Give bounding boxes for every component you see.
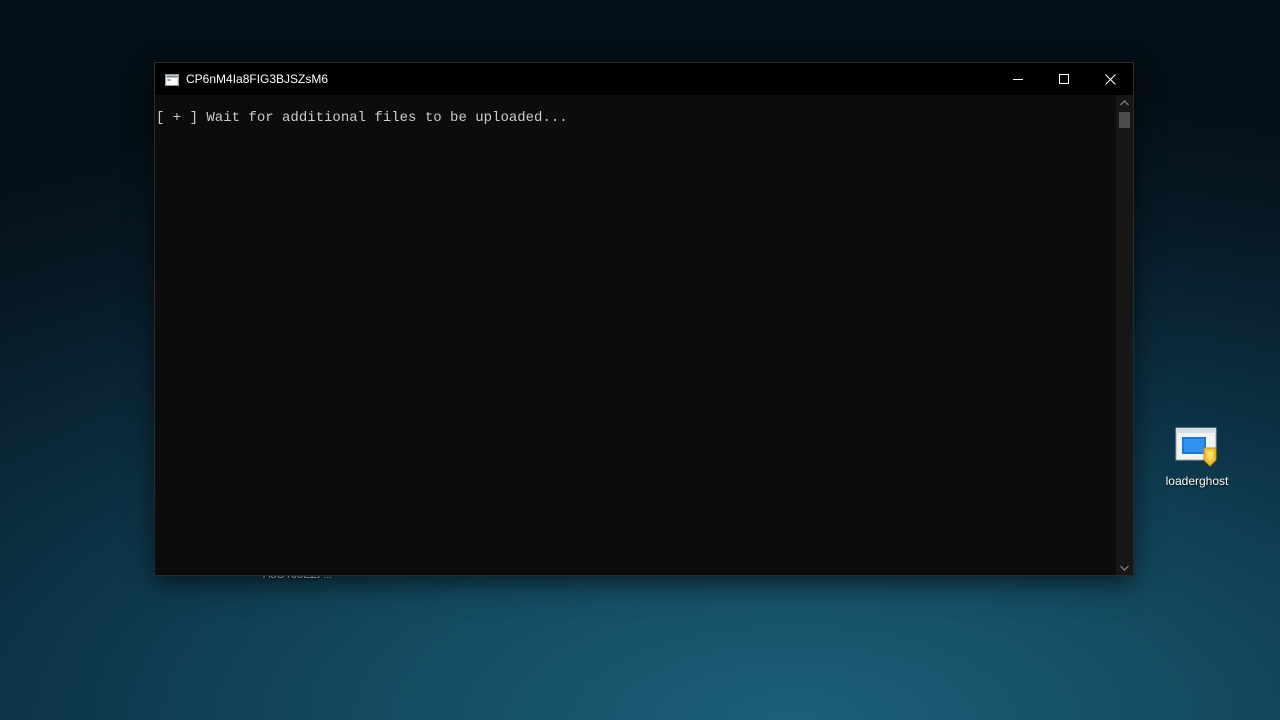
application-shortcut-icon	[1174, 424, 1220, 468]
scroll-up-button[interactable]	[1116, 95, 1133, 110]
vertical-scrollbar[interactable]	[1116, 95, 1133, 575]
console-line: [ + ] Wait for additional files to be up…	[156, 110, 568, 126]
scroll-down-button[interactable]	[1116, 560, 1133, 575]
maximize-button[interactable]	[1041, 63, 1087, 95]
console-output[interactable]: [ + ] Wait for additional files to be up…	[155, 95, 1115, 575]
window-controls	[995, 63, 1133, 95]
title-bar[interactable]: CP6nM4Ia8FIG3BJSZsM6	[155, 63, 1133, 95]
window-title: CP6nM4Ia8FIG3BJSZsM6	[186, 72, 329, 86]
close-button[interactable]	[1087, 63, 1133, 95]
scrollbar-thumb[interactable]	[1119, 112, 1130, 128]
minimize-button[interactable]	[995, 63, 1041, 95]
desktop-icon-loaderghost[interactable]: loaderghost	[1158, 424, 1236, 488]
close-icon	[1104, 73, 1116, 85]
console-window[interactable]: CP6nM4Ia8FIG3BJSZsM6 [ + ] Wait for addi…	[155, 63, 1133, 575]
chevron-up-icon	[1120, 99, 1129, 105]
console-app-icon	[165, 73, 179, 86]
minimize-icon	[1013, 79, 1023, 80]
desktop-icon-label: loaderghost	[1165, 474, 1229, 488]
maximize-icon	[1059, 74, 1069, 84]
chevron-down-icon	[1120, 565, 1129, 571]
